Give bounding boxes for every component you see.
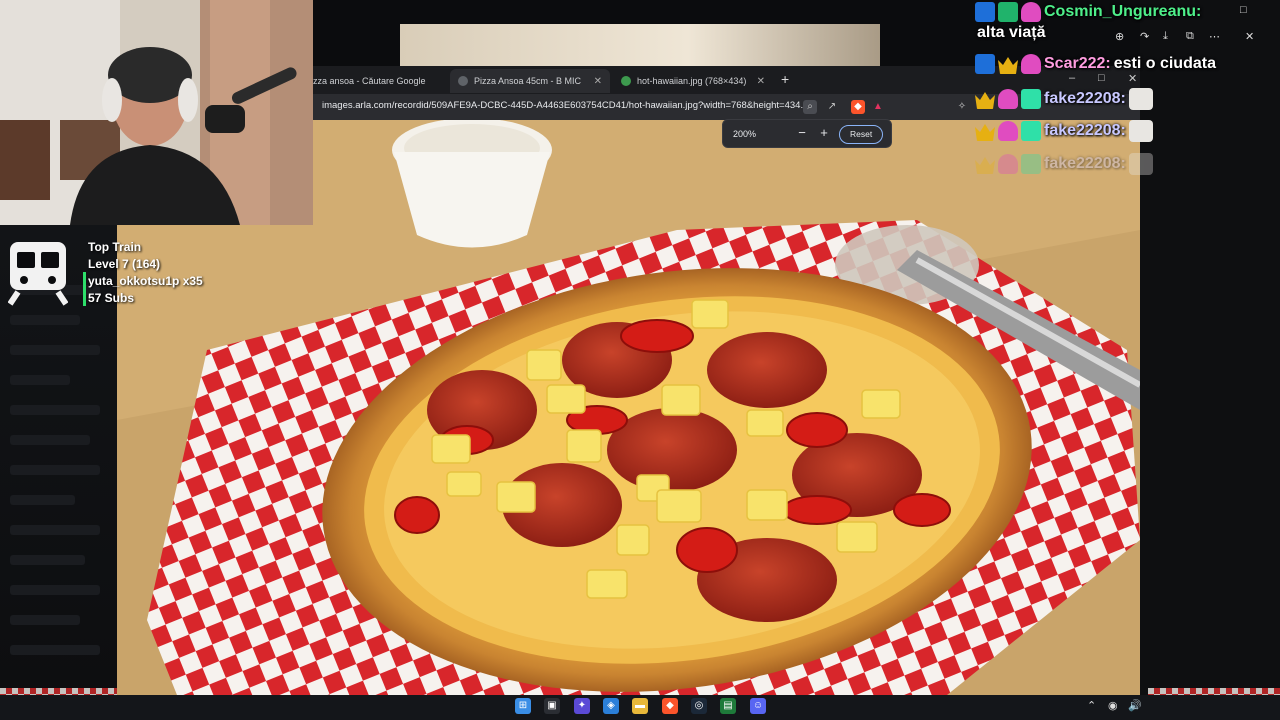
new-tab-button[interactable]: +	[781, 71, 789, 87]
steam-icon[interactable]: ◎	[691, 698, 707, 714]
cat-emote-icon	[1128, 153, 1153, 175]
crown-badge-icon	[975, 92, 995, 109]
maximize-icon[interactable]: □	[1240, 4, 1247, 16]
discord-icon[interactable]: ☺	[750, 698, 766, 714]
sword-badge-icon	[975, 54, 995, 74]
close-tab-icon[interactable]: ✕	[757, 76, 765, 87]
volume-icon[interactable]: 🔊	[1128, 699, 1142, 712]
copilot-icon[interactable]: ✦	[574, 698, 590, 714]
close-tab-icon[interactable]: ✕	[594, 76, 602, 87]
chat-message: fake22208:	[975, 153, 1153, 175]
tab-pizza-ansoa[interactable]: Pizza Ansoa 45cm - B MIC ✕	[450, 69, 610, 93]
teal-badge-icon	[1021, 89, 1041, 109]
tab-label: izza ansoa - Căutare Google	[311, 76, 426, 86]
extensions-icon[interactable]: ✧	[955, 100, 969, 114]
chat-message: Cosmin_Ungureanu:	[975, 2, 1201, 22]
train-subs: 57 Subs	[88, 291, 135, 305]
download-icon[interactable]: ⤓	[1163, 30, 1168, 43]
tab-google-search[interactable]: izza ansoa - Căutare Google	[303, 69, 443, 93]
zoom-in-icon[interactable]: ⊕	[1115, 30, 1124, 43]
chat-username: Scar222:	[1044, 55, 1111, 72]
tray-expand-icon[interactable]: ⌃	[1087, 699, 1096, 712]
task-view-icon[interactable]: ▣	[544, 698, 560, 714]
cat-emote-icon	[1128, 88, 1153, 110]
crown-badge-icon	[998, 57, 1018, 74]
network-icon[interactable]: ◉	[1108, 699, 1118, 712]
alien-badge-icon	[998, 154, 1018, 174]
chat-username: Cosmin_Ungureanu:	[1044, 3, 1202, 20]
train-progress-bar	[83, 272, 86, 306]
zoom-reset-button[interactable]: Reset	[839, 125, 884, 144]
screen: izza ansoa - Căutare Google Pizza Ansoa …	[0, 0, 1280, 720]
image-favicon-icon	[621, 76, 631, 86]
train-level: Level 7 (164)	[88, 257, 161, 271]
chat-text: alta viață	[977, 24, 1046, 41]
brave-rewards-icon[interactable]: ▲	[871, 100, 885, 114]
alien-badge-icon	[998, 89, 1018, 109]
alien-badge-icon	[998, 121, 1018, 141]
zoom-in-button[interactable]: +	[817, 125, 831, 140]
train-title: Top Train	[88, 240, 142, 254]
url-text[interactable]: images.arla.com/recordid/509AFE9A-DCBC-4…	[322, 100, 808, 111]
tab-label: hot-hawaiian.jpg (768×434)	[637, 76, 747, 86]
zoom-level: 200%	[733, 129, 757, 139]
crown-badge-icon	[975, 157, 995, 174]
chat-message: fake22208:	[975, 120, 1153, 142]
zoom-out-button[interactable]: −	[795, 125, 809, 140]
alien-badge-icon	[1021, 54, 1041, 74]
more-options-icon[interactable]: ⋯	[1209, 30, 1220, 43]
cat-emote-icon	[1128, 120, 1153, 142]
zoom-popup: 200% − + Reset	[722, 119, 892, 148]
globe-icon	[458, 76, 468, 86]
chat-text: esti o ciudata	[1113, 55, 1216, 72]
terminal-icon[interactable]: ▤	[720, 698, 736, 714]
sword-badge-icon	[975, 2, 995, 22]
redo-icon[interactable]: ↷	[1140, 30, 1149, 43]
widgets-icon[interactable]: ◈	[603, 698, 619, 714]
train-top-user: yuta_okkotsu1p x35	[88, 274, 203, 288]
tab-hot-hawaiian[interactable]: hot-hawaiian.jpg (768×434) ✕	[613, 69, 773, 93]
brave-icon[interactable]: ◆	[662, 698, 678, 714]
webcam-overlay	[0, 0, 313, 225]
explorer-icon[interactable]: ▬	[632, 698, 648, 714]
brave-shields-icon[interactable]: ◆	[851, 100, 865, 114]
alien-badge-icon	[1021, 2, 1041, 22]
windows-icon[interactable]: ⊞	[515, 698, 531, 714]
close-icon[interactable]: ✕	[1245, 30, 1254, 43]
chat-overlay: Cosmin_Ungureanu: alta viață Scar222: es…	[975, 0, 1280, 185]
top-train-widget: Top Train Level 7 (164) yuta_okkotsu1p x…	[8, 238, 208, 308]
chat-username: fake22208:	[1044, 90, 1126, 107]
chat-message: fake22208:	[975, 88, 1153, 110]
background-image-strip	[400, 24, 880, 66]
teal-badge-icon	[1021, 154, 1041, 174]
chat-message: Scar222: esti o ciudata	[975, 54, 1216, 74]
crown-badge-icon	[975, 124, 995, 141]
chat-username: fake22208:	[1044, 155, 1126, 172]
zoom-icon[interactable]: ⌕	[803, 100, 817, 114]
chat-username: fake22208:	[1044, 122, 1126, 139]
tab-label: Pizza Ansoa 45cm - B MIC	[474, 76, 582, 86]
share-icon[interactable]: ↗	[825, 100, 839, 114]
streamer-camera	[0, 0, 313, 225]
teal-badge-icon	[1021, 121, 1041, 141]
train-icon	[8, 242, 68, 306]
open-external-icon[interactable]: ⧉	[1186, 30, 1194, 43]
battery-badge-icon	[998, 2, 1018, 22]
chat-message-text: alta viață	[977, 24, 1045, 42]
